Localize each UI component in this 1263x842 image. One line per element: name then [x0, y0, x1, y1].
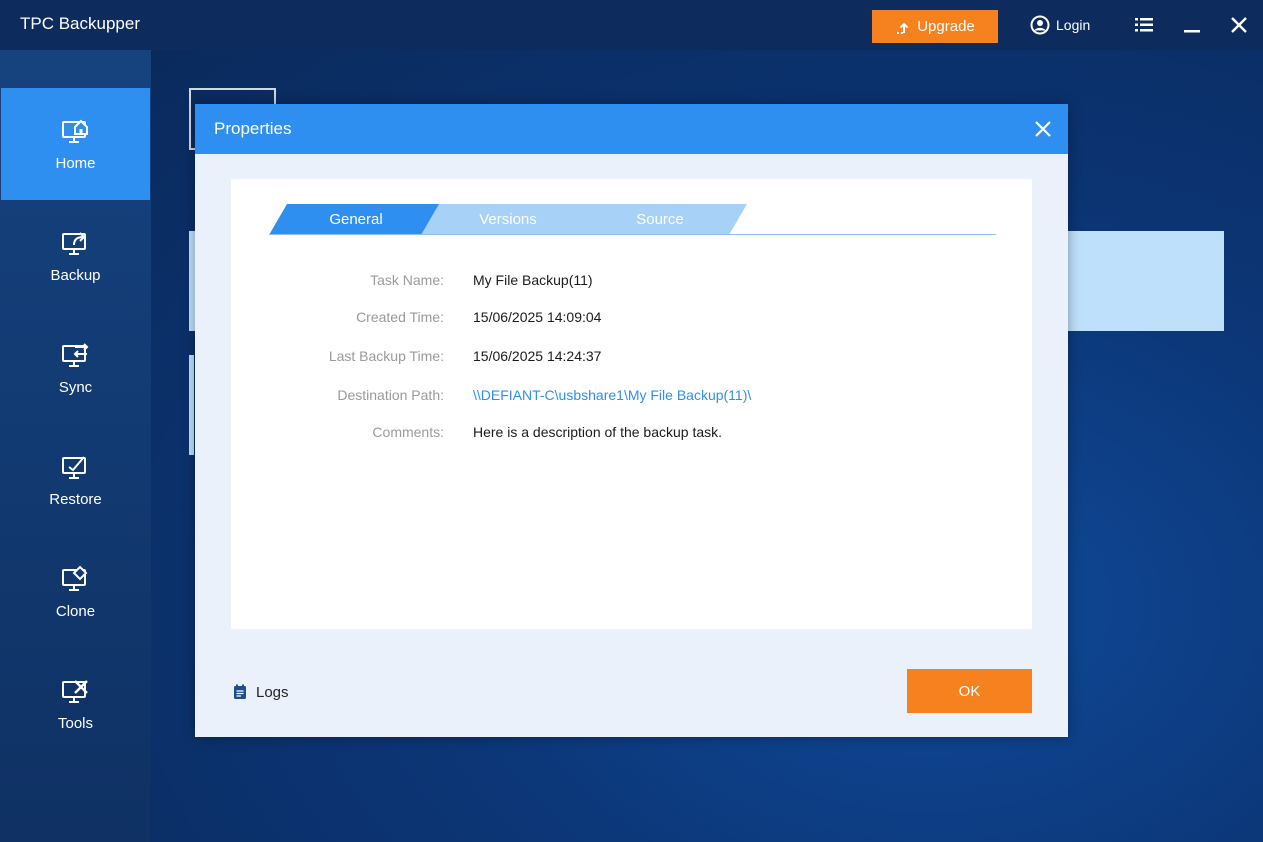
sidebar-item-label: Home [55, 154, 96, 172]
sidebar-item-label: Restore [49, 490, 102, 508]
restore-icon [61, 455, 86, 479]
tab-versions[interactable]: Versions [421, 204, 595, 235]
sidebar-item-label: Sync [58, 378, 93, 396]
field-last-backup-time: Last Backup Time: 15/06/2025 14:24:37 [231, 348, 1032, 370]
field-created-time: Created Time: 15/06/2025 14:09:04 [231, 309, 1032, 331]
tab-bar: General Versions Source [269, 204, 996, 236]
logs-label: Logs [256, 683, 289, 701]
menu-icon[interactable] [1132, 13, 1156, 37]
ok-button[interactable]: OK [907, 669, 1032, 713]
ok-label: OK [958, 682, 981, 700]
sidebar-item-label: Backup [50, 266, 101, 284]
backup-icon [61, 231, 86, 255]
field-label: Comments: [372, 424, 444, 440]
title-bar: TPC Backupper Upgrade Login [0, 0, 1263, 50]
field-label: Destination Path: [337, 387, 444, 403]
tab-label: Versions [479, 211, 537, 228]
sidebar-item-backup[interactable]: Backup [0, 200, 151, 312]
dialog-close-icon[interactable] [1033, 119, 1053, 139]
sidebar-item-home[interactable]: Home [1, 88, 150, 200]
properties-dialog: Properties General Versions Source Task … [195, 104, 1068, 737]
tab-general[interactable]: General [269, 204, 443, 235]
login-label: Login [1056, 17, 1091, 33]
tab-label: General [329, 211, 383, 228]
upgrade-label: Upgrade [917, 18, 975, 35]
properties-panel: General Versions Source Task Name: My Fi… [231, 179, 1032, 629]
sidebar: Home Backup Sync Restore Clone Tools [0, 50, 151, 842]
tab-label: Source [636, 211, 684, 228]
field-value: Here is a description of the backup task… [473, 424, 723, 440]
field-task-name: Task Name: My File Backup(11) [231, 272, 1032, 294]
tools-icon [61, 679, 88, 703]
field-label: Last Backup Time: [328, 348, 444, 364]
background-task-card-edge [189, 355, 194, 455]
sidebar-item-clone[interactable]: Clone [0, 536, 151, 648]
sidebar-item-tools[interactable]: Tools [0, 648, 151, 760]
field-value: 15/06/2025 14:24:37 [473, 348, 602, 364]
field-label: Task Name: [370, 272, 444, 288]
sidebar-item-label: Tools [57, 714, 94, 732]
clone-icon [61, 565, 87, 591]
minimize-icon[interactable] [1180, 13, 1204, 37]
field-destination-path: Destination Path: \\DEFIANT-C\usbshare1\… [231, 387, 1032, 409]
upgrade-arrow-icon [897, 22, 909, 34]
field-label: Created Time: [356, 309, 444, 325]
app-title: TPC Backupper [20, 14, 140, 33]
tab-underline [269, 234, 996, 235]
dialog-title: Properties [214, 119, 292, 138]
home-icon [61, 119, 88, 143]
dialog-header: Properties [195, 104, 1068, 154]
field-value: My File Backup(11) [473, 272, 593, 288]
logs-button[interactable]: Logs [233, 680, 289, 704]
login-button[interactable]: Login [1030, 13, 1090, 37]
destination-path-link[interactable]: \\DEFIANT-C\usbshare1\My File Backup(11)… [473, 387, 751, 403]
sync-icon [61, 342, 88, 367]
field-value: 15/06/2025 14:09:04 [473, 309, 602, 325]
close-icon[interactable] [1227, 13, 1251, 37]
user-icon [1030, 15, 1050, 35]
field-comments: Comments: Here is a description of the b… [231, 424, 1032, 446]
sidebar-item-restore[interactable]: Restore [0, 424, 151, 536]
logs-icon [234, 684, 246, 699]
sidebar-item-sync[interactable]: Sync [0, 312, 151, 424]
sidebar-item-label: Clone [55, 602, 96, 620]
upgrade-button[interactable]: Upgrade [872, 10, 998, 43]
tab-source[interactable]: Source [573, 204, 747, 235]
